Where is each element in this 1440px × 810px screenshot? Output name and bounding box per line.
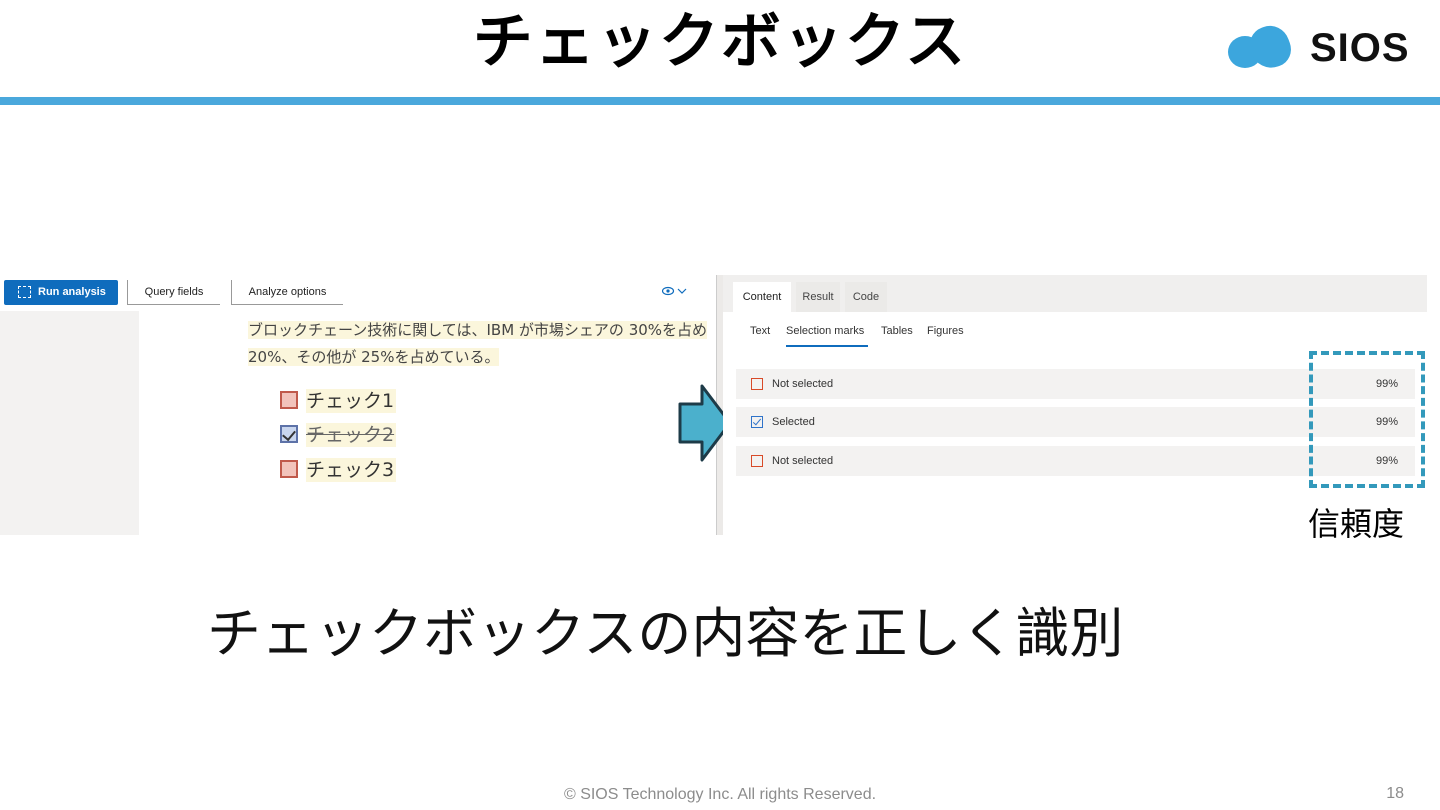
document-preview-pane: Run analysis Query fields Analyze option… (0, 275, 716, 535)
checkbox-label: チェック2 (306, 423, 397, 447)
subtab-figures[interactable]: Figures (927, 325, 964, 337)
copyright-notice: © SIOS Technology Inc. All rights Reserv… (563, 786, 877, 803)
selection-state: Selected (772, 416, 815, 428)
tab-code[interactable]: Code (845, 282, 887, 312)
toolbar: Run analysis Query fields Analyze option… (0, 275, 716, 311)
analyze-options-button[interactable]: Analyze options (231, 280, 343, 305)
selection-state: Not selected (772, 378, 834, 390)
unchecked-box-icon (280, 391, 298, 409)
page-number: 18 (1386, 785, 1404, 802)
slide-subtitle: チェックボックスの内容を正しく識別 (207, 602, 1124, 665)
slide-title: チェックボックス (472, 7, 968, 77)
subtab-selection-marks[interactable]: Selection marks (786, 325, 864, 337)
scan-icon (18, 286, 31, 298)
view-toggle[interactable] (661, 285, 688, 300)
subtab-tables[interactable]: Tables (881, 325, 913, 337)
page-thumbnail-panel (0, 311, 139, 535)
document-line-2: 20%、その他が 25%を占めている。 (248, 348, 500, 366)
document-text: ブロックチェーン技術に関しては、IBM が市場シェアの 30%を占め 20%、そ… (248, 317, 716, 371)
selection-state: Not selected (772, 455, 834, 467)
logo-text: SIOS (1310, 26, 1410, 70)
confidence-label: 信頼度 (1308, 505, 1405, 543)
tab-content[interactable]: Content (733, 282, 791, 312)
header-rule (0, 97, 1440, 105)
confidence-highlight-box (1309, 351, 1425, 488)
document-line-1: ブロックチェーン技術に関しては、IBM が市場シェアの 30%を占め (248, 321, 708, 339)
checkbox-label: チェック3 (306, 458, 397, 482)
tab-bar: Content Result Code (723, 275, 1427, 312)
active-subtab-indicator (786, 345, 868, 347)
subtab-text[interactable]: Text (750, 325, 770, 337)
run-analysis-label: Run analysis (38, 286, 106, 298)
checked-box-icon (280, 425, 298, 443)
unselected-mark-icon (751, 455, 763, 467)
query-fields-button[interactable]: Query fields (127, 280, 220, 305)
checkbox-label: チェック1 (306, 389, 397, 413)
unchecked-box-icon (280, 460, 298, 478)
tab-result[interactable]: Result (796, 282, 840, 312)
selected-mark-icon (751, 416, 763, 428)
eye-icon (661, 286, 687, 296)
run-analysis-button[interactable]: Run analysis (4, 280, 118, 305)
unselected-mark-icon (751, 378, 763, 390)
sios-logo: SIOS (1228, 20, 1418, 74)
